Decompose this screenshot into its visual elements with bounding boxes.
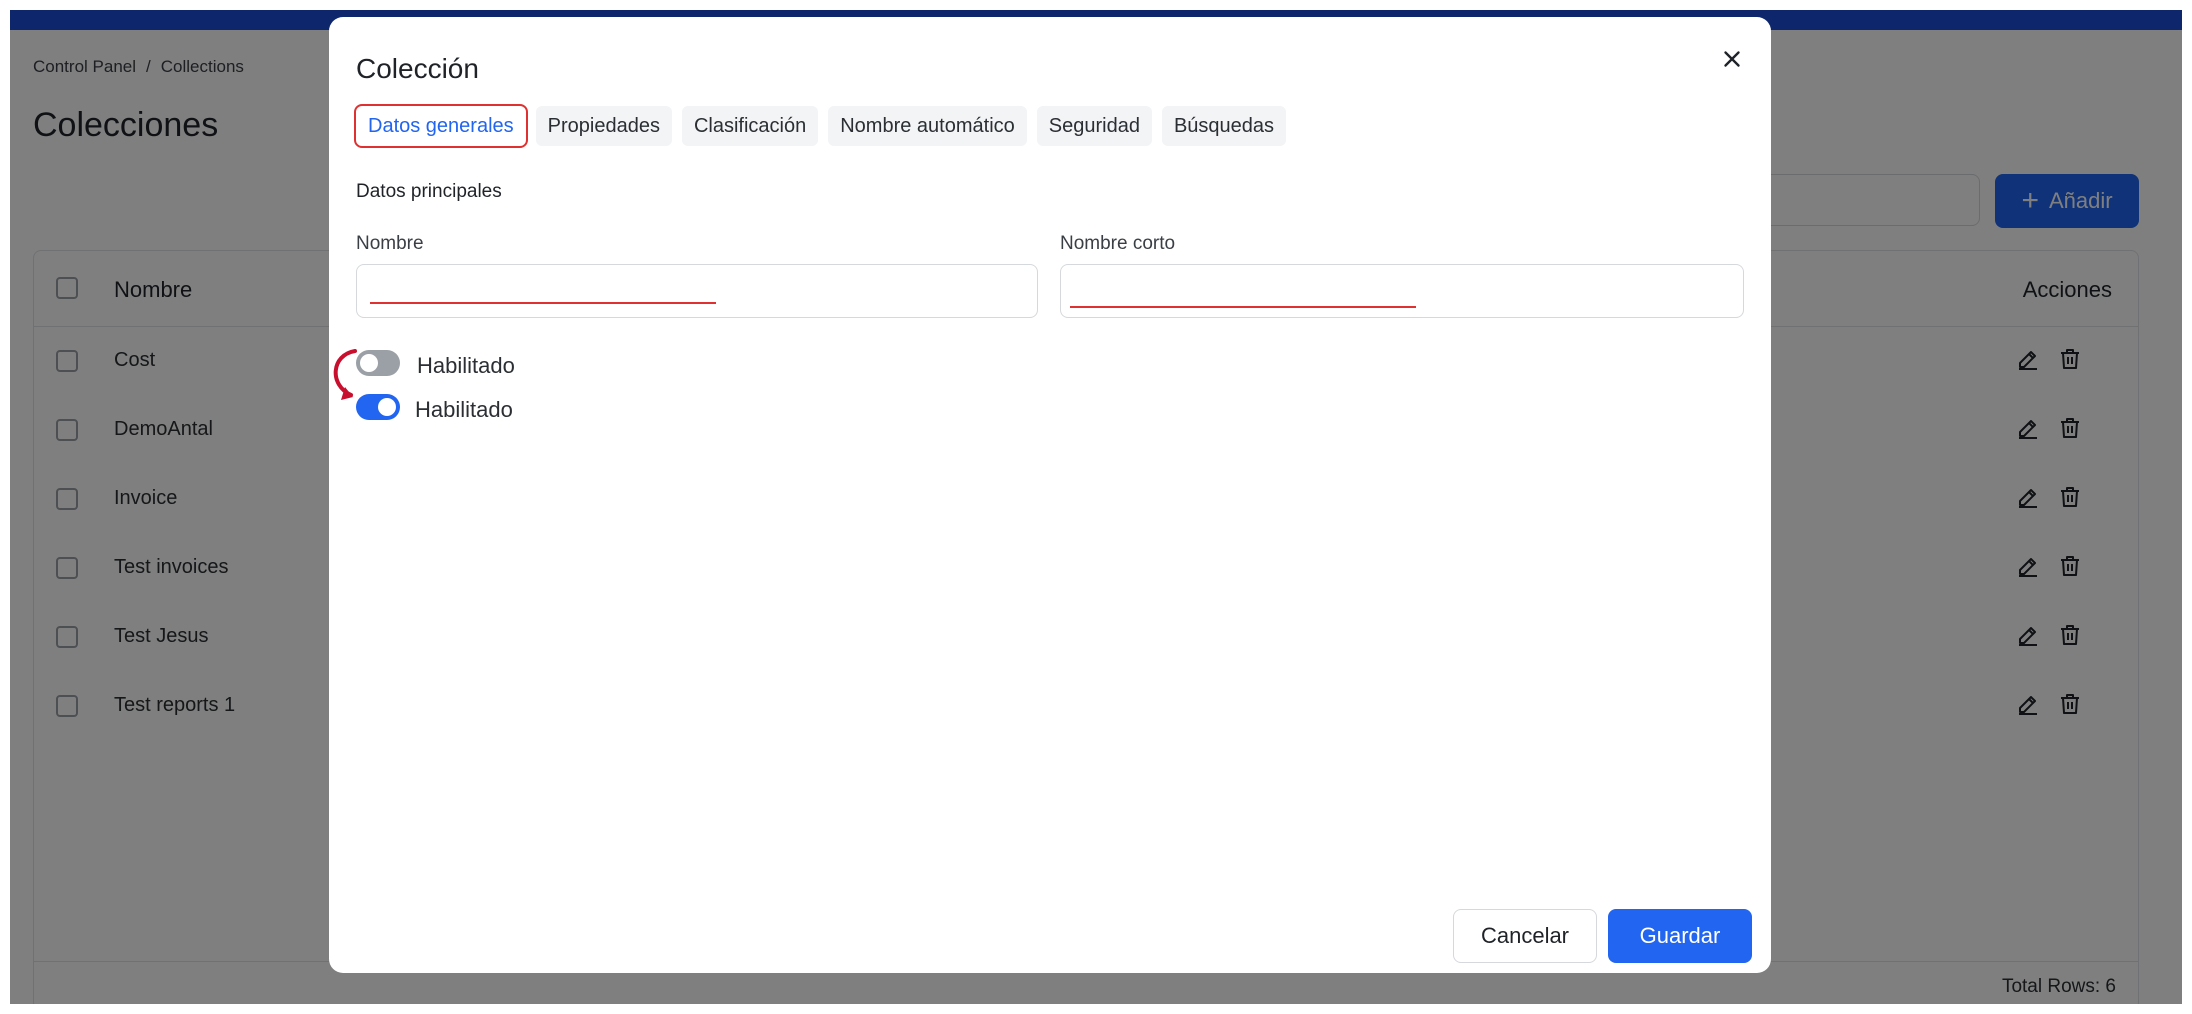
short-name-field-label: Nombre corto xyxy=(1060,233,1176,254)
annotation-curved-arrow-icon xyxy=(333,349,357,400)
save-button[interactable]: Guardar xyxy=(1608,909,1752,963)
tab-busquedas[interactable]: Búsquedas xyxy=(1161,106,1287,146)
annotation-underline-short-name xyxy=(1070,306,1416,308)
tab-datos-generales[interactable]: Datos generales xyxy=(354,104,528,148)
name-field[interactable] xyxy=(356,264,1038,318)
dialog-title: Colección xyxy=(356,53,479,84)
tab-seguridad[interactable]: Seguridad xyxy=(1036,106,1152,146)
annotation-underline-name xyxy=(370,302,716,304)
close-icon[interactable] xyxy=(1719,46,1745,72)
short-name-field[interactable] xyxy=(1060,264,1744,318)
dialog-tabs: Datos generales Propiedades Clasificació… xyxy=(354,104,1287,148)
enabled-toggle-label-on: Habilitado xyxy=(415,397,513,422)
tab-nombre-automatico[interactable]: Nombre automático xyxy=(828,106,1027,146)
app-window: Control Panel / Collections Colecciones … xyxy=(10,10,2182,1004)
tab-clasificacion[interactable]: Clasificación xyxy=(681,106,819,146)
tab-propiedades[interactable]: Propiedades xyxy=(535,106,672,146)
collection-dialog: Colección Datos generales Propiedades Cl… xyxy=(329,17,1771,973)
section-title: Datos principales xyxy=(356,181,502,202)
cancel-button[interactable]: Cancelar xyxy=(1453,909,1597,963)
name-field-label: Nombre xyxy=(356,233,424,254)
enabled-toggle-label-off: Habilitado xyxy=(417,353,515,378)
